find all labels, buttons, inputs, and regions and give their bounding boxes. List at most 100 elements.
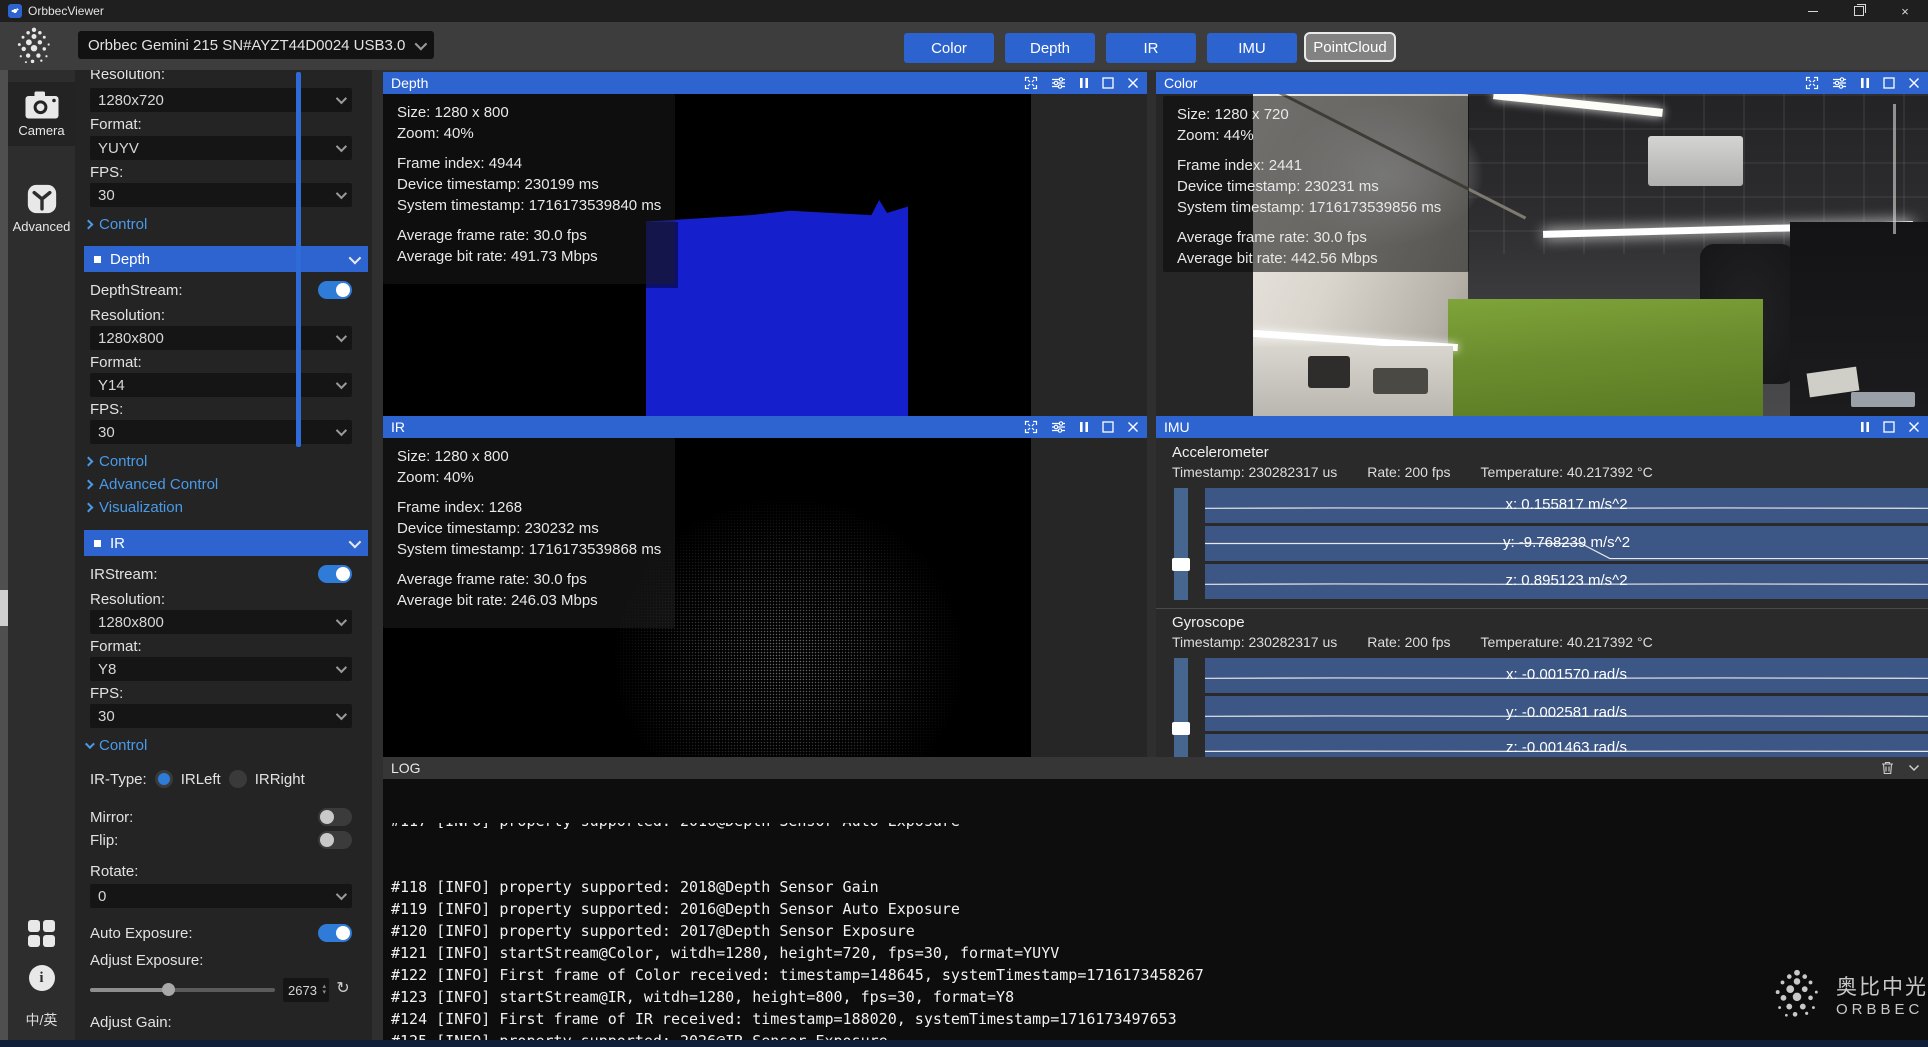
accel-scale-slider[interactable] xyxy=(1174,488,1188,600)
fit-window-icon[interactable] xyxy=(1805,76,1819,90)
ir-left-radio[interactable] xyxy=(155,770,173,788)
tab-imu[interactable]: IMU xyxy=(1207,33,1297,63)
depth-fps-select[interactable]: 30 xyxy=(90,420,352,444)
ir-stream-toggle[interactable] xyxy=(318,565,352,583)
ir-right-radio[interactable] xyxy=(229,770,247,788)
depth-control-link[interactable]: Control xyxy=(85,453,147,470)
pause-icon[interactable] xyxy=(1079,77,1089,89)
exposure-slider-handle[interactable] xyxy=(162,983,175,996)
maximize-icon[interactable] xyxy=(1883,77,1895,89)
depth-format-select[interactable]: Y14 xyxy=(90,373,352,397)
close-panel-icon[interactable] xyxy=(1127,421,1139,433)
tab-depth[interactable]: Depth xyxy=(1005,33,1095,63)
spinner-arrows-icon[interactable]: ▴▾ xyxy=(322,984,326,996)
accelerometer-title: Accelerometer xyxy=(1172,444,1269,461)
log-output[interactable]: #117 [INFO] property supported: 2016@Dep… xyxy=(383,779,1928,1040)
flip-toggle[interactable] xyxy=(318,831,352,849)
depth-resolution-select[interactable]: 1280x800 xyxy=(90,326,352,350)
fit-window-icon[interactable] xyxy=(1024,420,1038,434)
color-resolution-select[interactable]: 1280x720 xyxy=(90,88,352,112)
sidebar-scrollbar-thumb[interactable] xyxy=(296,72,301,447)
color-fps-select[interactable]: 30 xyxy=(90,183,352,207)
tab-color[interactable]: Color xyxy=(904,33,994,63)
ir-format-select[interactable]: Y8 xyxy=(90,657,352,681)
depth-visualization-link[interactable]: Visualization xyxy=(85,499,183,516)
depth-panel: Depth Size: 1280 x 800Zoom: 40% Frame in… xyxy=(383,72,1147,416)
ir-image[interactable]: Size: 1280 x 800Zoom: 40% Frame index: 1… xyxy=(383,438,1147,757)
pause-icon[interactable] xyxy=(1860,77,1870,89)
window-scrollbar-thumb[interactable] xyxy=(0,590,8,626)
log-line: #118 [INFO] property supported: 2018@Dep… xyxy=(391,876,1920,898)
rotate-label: Rotate: xyxy=(90,863,138,880)
color-control-link[interactable]: Control xyxy=(85,216,147,233)
rotate-select[interactable]: 0 xyxy=(90,884,352,908)
auto-exposure-row: Auto Exposure: xyxy=(90,924,352,942)
ir-fps-select[interactable]: 30 xyxy=(90,704,352,728)
gyro-scale-slider-handle[interactable] xyxy=(1172,722,1190,735)
tab-ir[interactable]: IR xyxy=(1106,33,1196,63)
rail-label-camera: Camera xyxy=(18,123,64,138)
info-icon: i xyxy=(29,965,55,991)
log-line: #124 [INFO] First frame of IR received: … xyxy=(391,1008,1920,1030)
gyro-scale-slider[interactable] xyxy=(1174,658,1188,757)
chevron-down-icon xyxy=(415,37,428,50)
app-icon xyxy=(8,4,22,18)
settings-sidebar: Resolution: 1280x720 Format: YUYV FPS: 3… xyxy=(75,70,372,1047)
stream-settings-icon[interactable] xyxy=(1051,76,1066,90)
rail-item-camera[interactable]: Camera xyxy=(8,82,75,146)
minimize-button[interactable] xyxy=(1790,0,1836,22)
maximize-icon[interactable] xyxy=(1102,77,1114,89)
ir-control-link[interactable]: Control xyxy=(85,737,147,754)
color-format-select[interactable]: YUYV xyxy=(90,136,352,160)
clear-log-trash-icon[interactable] xyxy=(1881,761,1894,775)
exposure-slider[interactable] xyxy=(90,988,275,992)
device-select[interactable]: Orbbec Gemini 215 SN#AYZT44D0024 USB3.0 xyxy=(78,31,434,59)
ir-resolution-select[interactable]: 1280x800 xyxy=(90,610,352,634)
depth-stream-toggle[interactable] xyxy=(318,281,352,299)
depth-image[interactable]: Size: 1280 x 800Zoom: 40% Frame index: 4… xyxy=(383,94,1147,416)
log-line: #125 [INFO] property supported: 2026@IR … xyxy=(391,1030,1920,1040)
rail-item-advanced[interactable]: Advanced xyxy=(8,182,75,234)
ir-panel-title: IR xyxy=(391,419,405,435)
color-stats: Size: 1280 x 720Zoom: 44% Frame index: 2… xyxy=(1163,96,1469,272)
titlebar: OrbbecViewer × xyxy=(0,0,1928,22)
close-panel-icon[interactable] xyxy=(1127,77,1139,89)
maximize-icon[interactable] xyxy=(1883,421,1895,433)
fit-window-icon[interactable] xyxy=(1024,76,1038,90)
pause-icon[interactable] xyxy=(1079,421,1089,433)
toolbar: Orbbec Gemini 215 SN#AYZT44D0024 USB3.0 … xyxy=(0,22,1928,70)
depth-panel-title: Depth xyxy=(391,75,428,91)
close-panel-icon[interactable] xyxy=(1908,421,1920,433)
close-panel-icon[interactable] xyxy=(1908,77,1920,89)
exposure-spinbox[interactable]: 2673 ▴▾ xyxy=(283,978,329,1002)
ir-stats: Size: 1280 x 800Zoom: 40% Frame index: 1… xyxy=(383,438,675,628)
mirror-toggle[interactable] xyxy=(318,808,352,826)
maximize-icon[interactable] xyxy=(1102,421,1114,433)
color-image[interactable]: Size: 1280 x 720Zoom: 44% Frame index: 2… xyxy=(1156,94,1928,416)
log-line: #121 [INFO] startStream@Color, witdh=128… xyxy=(391,942,1920,964)
orbbec-logo-icon xyxy=(12,24,56,68)
stream-settings-icon[interactable] xyxy=(1832,76,1847,90)
chevron-down-icon xyxy=(349,535,362,548)
ir-panel: IR Size: 1280 x 800Zoom: 40% Frame index… xyxy=(383,416,1147,757)
exposure-refresh-icon[interactable]: ↻ xyxy=(333,979,353,999)
accel-x-strip: x: 0.155817 m/s^2 xyxy=(1205,488,1928,523)
language-toggle[interactable]: 中/英 xyxy=(8,1010,75,1030)
depth-section-header[interactable]: Depth xyxy=(84,246,368,272)
tab-pointcloud[interactable]: PointCloud xyxy=(1304,32,1396,62)
depth-advanced-control-link[interactable]: Advanced Control xyxy=(85,476,218,493)
restore-button[interactable] xyxy=(1836,0,1882,22)
collapse-log-chevron-icon[interactable] xyxy=(1908,764,1920,772)
window-scrollbar[interactable] xyxy=(0,70,8,1047)
close-button[interactable]: × xyxy=(1882,0,1928,22)
left-rail: Camera Advanced i 中/英 xyxy=(8,70,75,1047)
pause-icon[interactable] xyxy=(1860,421,1870,433)
rail-item-about[interactable]: i xyxy=(8,965,75,991)
stream-settings-icon[interactable] xyxy=(1051,420,1066,434)
auto-exposure-toggle[interactable] xyxy=(318,924,352,942)
rail-item-apps[interactable] xyxy=(8,920,75,947)
ir-section-header[interactable]: IR xyxy=(84,530,368,556)
flip-row: Flip: xyxy=(90,831,352,849)
accel-scale-slider-handle[interactable] xyxy=(1172,558,1190,571)
device-select-value: Orbbec Gemini 215 SN#AYZT44D0024 USB3.0 xyxy=(88,37,405,54)
